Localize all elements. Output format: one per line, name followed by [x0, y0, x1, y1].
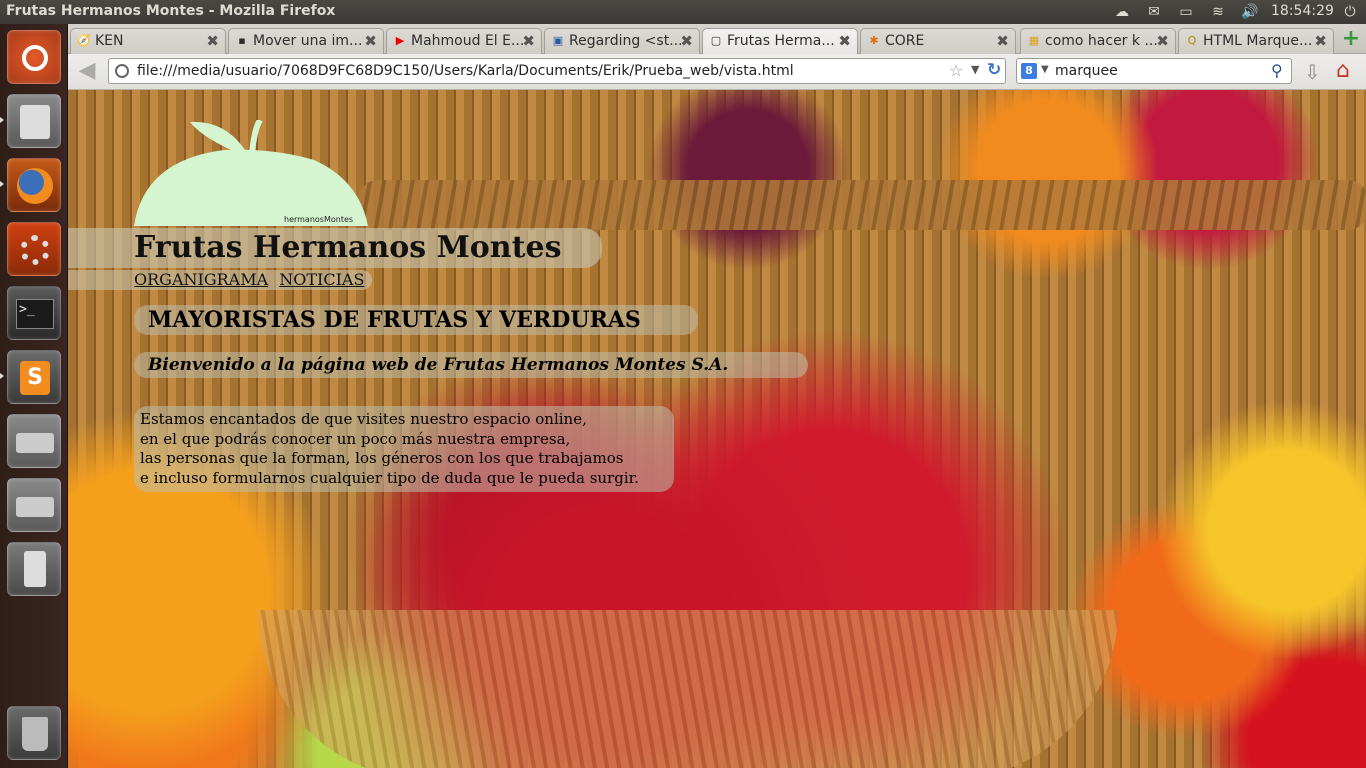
globe-icon — [115, 64, 129, 78]
main-menu: ORGANIGRAMA NOTICIAS — [68, 270, 372, 290]
home-icon[interactable]: ⌂ — [1336, 58, 1350, 83]
trash-icon[interactable] — [7, 706, 61, 760]
tab-label: como hacer k ... — [1045, 33, 1157, 49]
file-cabinet-icon[interactable] — [7, 94, 61, 148]
settings-icon[interactable] — [7, 222, 61, 276]
hard-drive-icon[interactable] — [7, 478, 61, 532]
hard-drive-icon[interactable] — [7, 414, 61, 468]
close-icon[interactable]: ✖ — [680, 32, 693, 50]
close-icon[interactable]: ✖ — [1156, 32, 1169, 50]
search-input[interactable]: marquee — [1055, 63, 1118, 79]
tab[interactable]: ✱ CORE ✖ — [860, 28, 1016, 54]
wifi-icon[interactable]: ≋ — [1208, 3, 1228, 21]
power-icon[interactable]: ⏻ — [1340, 3, 1360, 21]
mail-icon[interactable]: ✉ — [1144, 3, 1164, 21]
tab[interactable]: Q HTML Marque... ✖ — [1178, 28, 1334, 54]
sublime-text-icon[interactable]: S — [7, 350, 61, 404]
intro-line: las personas que la forman, los géneros … — [140, 449, 624, 467]
forum-icon: ▣ — [552, 34, 564, 47]
terminal-icon[interactable]: >_ — [7, 286, 61, 340]
core-icon: ✱ — [869, 34, 879, 47]
welcome-heading: Bienvenido a la página web de Frutas Her… — [134, 352, 808, 378]
menu-link-organigrama[interactable]: ORGANIGRAMA — [134, 270, 268, 289]
running-indicator — [0, 117, 4, 123]
search-bar[interactable]: 8 ▼ marquee ⚲ — [1016, 58, 1292, 84]
battery-icon[interactable]: ▭ — [1176, 3, 1196, 21]
back-button[interactable]: ◀ — [74, 59, 100, 85]
background-bowl — [258, 610, 1118, 768]
firefox-icon[interactable] — [7, 158, 61, 212]
download-icon[interactable]: ⇩ — [1304, 60, 1321, 84]
new-tab-button[interactable]: + — [1338, 28, 1364, 52]
top-panel: Frutas Hermanos Montes - Mozilla Firefox… — [0, 0, 1366, 24]
tagline: MAYORISTAS DE FRUTAS Y VERDURAS — [134, 305, 698, 335]
compass-icon: 🧭 — [77, 34, 91, 47]
blank-page-icon: ▢ — [710, 34, 722, 47]
chevron-down-icon[interactable]: ▼ — [1041, 64, 1049, 75]
close-icon[interactable]: ✖ — [1314, 32, 1327, 50]
tab-label: Frutas Herma... — [727, 33, 835, 49]
clock[interactable]: 18:54:29 — [1271, 3, 1334, 19]
search-engine-icon[interactable]: 8 — [1021, 63, 1037, 79]
reload-icon[interactable]: ↻ — [987, 60, 1001, 80]
intro-line: en el que podrás conocer un poco más nue… — [140, 429, 571, 448]
close-icon[interactable]: ✖ — [996, 32, 1009, 50]
question-icon: ▦ — [1028, 34, 1040, 47]
tab[interactable]: ▣ Regarding <st... ✖ — [544, 28, 700, 54]
url-bar[interactable]: file:///media/usuario/7068D9FC68D9C150/U… — [108, 58, 1006, 84]
ubuntu-logo-icon[interactable] — [7, 30, 61, 84]
window-title: Frutas Hermanos Montes - Mozilla Firefox — [6, 3, 336, 19]
running-indicator — [0, 373, 4, 379]
tab[interactable]: 🧭 KEN ✖ — [70, 28, 226, 54]
tab-label: Mover una im... — [253, 33, 363, 49]
tab-label: Regarding <st... — [569, 33, 681, 49]
volume-icon[interactable]: 🔊 — [1240, 3, 1260, 21]
close-icon[interactable]: ✖ — [838, 32, 851, 50]
search-icon[interactable]: ⚲ — [1271, 61, 1283, 80]
logo-text: hermanosMontes — [284, 215, 353, 224]
media-player-icon[interactable] — [7, 542, 61, 596]
intro-paragraph: Estamos encantados de que visites nuestr… — [134, 406, 674, 492]
tab-active[interactable]: ▢ Frutas Herma... ✖ — [702, 28, 858, 54]
intro-line: Estamos encantados de que visites nuestr… — [140, 410, 587, 428]
tab-label: CORE — [885, 33, 925, 49]
page-content: hermanosMontes Frutas Hermanos Montes OR… — [68, 90, 1366, 768]
quackit-icon: Q — [1187, 34, 1197, 47]
youtube-icon: ▶ — [395, 34, 405, 47]
running-indicator — [0, 181, 4, 187]
tab-label: KEN — [95, 33, 124, 49]
tab[interactable]: ▦ como hacer k ... ✖ — [1020, 28, 1176, 54]
page-icon: ▪ — [238, 34, 246, 47]
history-dropdown-icon[interactable]: ▼ — [971, 63, 979, 76]
intro-line: e incluso formularnos cualquier tipo de … — [140, 468, 639, 487]
page-title: Frutas Hermanos Montes — [68, 228, 602, 268]
bookmark-star-icon[interactable]: ☆ — [949, 61, 963, 80]
url-text[interactable]: file:///media/usuario/7068D9FC68D9C150/U… — [137, 63, 794, 79]
tab-label: Mahmoud El E... — [411, 33, 523, 49]
close-icon[interactable]: ✖ — [206, 32, 219, 50]
cloud-icon[interactable]: ☁ — [1112, 3, 1132, 21]
menu-link-noticias[interactable]: NOTICIAS — [279, 270, 364, 289]
tab[interactable]: ▪ Mover una im... ✖ — [228, 28, 384, 54]
tab-bar: 🧭 KEN ✖ ▪ Mover una im... ✖ ▶ Mahmoud El… — [68, 24, 1366, 54]
launcher: >_ S — [0, 24, 68, 768]
close-icon[interactable]: ✖ — [522, 32, 535, 50]
tab-label: HTML Marque... — [1203, 33, 1313, 49]
site-logo: hermanosMontes — [134, 120, 368, 226]
background-basket — [358, 180, 1366, 230]
navigation-bar: ◀ file:///media/usuario/7068D9FC68D9C150… — [68, 54, 1366, 90]
close-icon[interactable]: ✖ — [364, 32, 377, 50]
tab[interactable]: ▶ Mahmoud El E... ✖ — [386, 28, 542, 54]
